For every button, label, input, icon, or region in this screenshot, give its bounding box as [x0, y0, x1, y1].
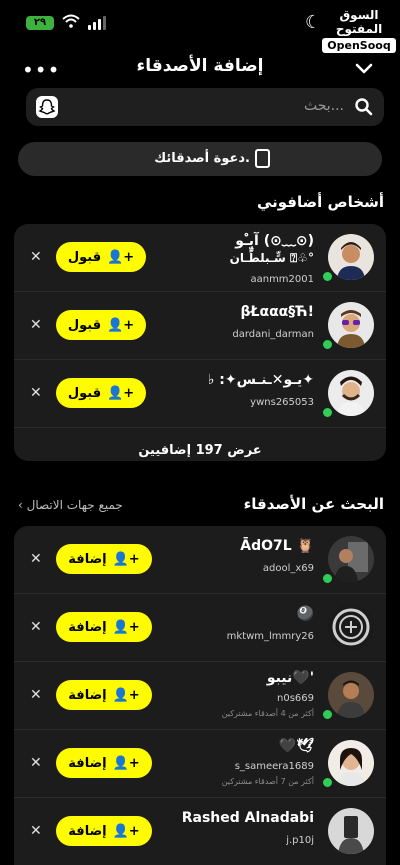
- add-friend-button[interactable]: إضافة 👤+: [56, 680, 152, 710]
- dismiss-icon[interactable]: ✕: [30, 385, 42, 401]
- accept-label: قبول: [67, 317, 102, 333]
- add-user-icon: 👤+: [112, 551, 140, 567]
- search-icon[interactable]: [354, 97, 374, 117]
- friend-name: 🖤🕊: [278, 738, 314, 754]
- add-friend-button[interactable]: إضافة 👤+: [56, 816, 152, 846]
- online-indicator: [321, 572, 334, 585]
- add-label: إضافة: [68, 755, 107, 771]
- online-indicator: [321, 708, 334, 721]
- mutual-friends: أكثر من 7 أصدقاء مشتركين: [221, 777, 314, 786]
- find-friends-card: ĀdO7L 🦉 adool_x69 إضافة 👤+ ✕ 🎱 mktwm_lmm…: [14, 526, 386, 865]
- add-user-icon: 👤+: [112, 755, 140, 771]
- opensooq-logo: السوق المفتوح OpenSooq: [322, 8, 396, 53]
- added-me-heading: أشخاص أضافوني: [256, 193, 384, 211]
- list-item: نيبو🖤' n0s669 أكثر من 4 أصدقاء مشتركين إ…: [14, 662, 386, 730]
- add-user-icon: 👤+: [112, 687, 140, 703]
- snapchat-ghost-icon[interactable]: [36, 96, 58, 118]
- friend-name: 🎱: [296, 606, 314, 622]
- add-friend-button[interactable]: إضافة 👤+: [56, 748, 152, 778]
- dismiss-icon[interactable]: ✕: [30, 823, 42, 839]
- moon-icon: ☾: [305, 12, 322, 33]
- all-contacts-link[interactable]: ‹ جميع جهات الاتصال: [18, 498, 123, 512]
- dismiss-icon[interactable]: ✕: [30, 249, 42, 265]
- add-label: إضافة: [68, 551, 107, 567]
- add-user-icon: 👤+: [107, 385, 135, 401]
- view-more-label: عرض 197 إضافيين: [138, 442, 262, 458]
- accept-button[interactable]: قبول 👤+: [56, 310, 146, 340]
- accept-label: قبول: [67, 249, 102, 265]
- friend-username: mktwm_lmmry26: [226, 631, 314, 642]
- add-user-icon: 👤+: [112, 823, 140, 839]
- all-contacts-label: جميع جهات الاتصال: [26, 498, 123, 512]
- list-item: ♭ :✦يـو✕ـنـس✦ ywns265053 قبول 👤+ ✕: [14, 360, 386, 428]
- chevron-left-icon: ‹: [18, 498, 27, 512]
- add-label: إضافة: [68, 823, 107, 839]
- view-more-button[interactable]: عرض 197 إضافيين: [14, 428, 386, 461]
- friend-name: آبٍـْو (⊙﹏⊙): [235, 233, 314, 249]
- dismiss-icon[interactable]: ✕: [30, 687, 42, 703]
- invite-label: دعوة أصدقائك.: [154, 151, 250, 166]
- chevron-down-icon[interactable]: [354, 58, 374, 78]
- status-bar: ٢٩ ☾ السوق المفتوح OpenSooq: [0, 0, 400, 53]
- friend-username: n0s669: [277, 693, 314, 704]
- list-item: ĀdO7L 🦉 adool_x69 إضافة 👤+ ✕: [14, 526, 386, 594]
- list-item: βŁααα§Ћ! dardani_darman قبول 👤+ ✕: [14, 292, 386, 360]
- friend-username: j.p10j: [286, 835, 314, 846]
- online-indicator: [321, 406, 334, 419]
- avatar[interactable]: [328, 672, 374, 718]
- dismiss-icon[interactable]: ✕: [30, 551, 42, 567]
- friend-name-secondary: سٍّـبلطٍّـان ⍰♧°: [229, 251, 314, 265]
- online-indicator: [321, 270, 334, 283]
- avatar[interactable]: [328, 808, 374, 854]
- added-me-card: آبٍـْو (⊙﹏⊙) سٍّـبلطٍّـان ⍰♧° aanmm2001 …: [14, 224, 386, 461]
- friend-username: adool_x69: [262, 563, 314, 574]
- avatar[interactable]: [328, 370, 374, 416]
- avatar[interactable]: [328, 234, 374, 280]
- accept-label: قبول: [67, 385, 102, 401]
- invite-friends-button[interactable]: دعوة أصدقائك.: [18, 142, 382, 176]
- add-user-icon: 👤+: [107, 317, 135, 333]
- friend-name: βŁααα§Ћ!: [240, 304, 314, 320]
- avatar[interactable]: [328, 536, 374, 582]
- mutual-friends: أكثر من 4 أصدقاء مشتركين: [221, 709, 314, 718]
- page-title: إضافة الأصدقاء: [136, 56, 264, 76]
- add-label: إضافة: [68, 687, 107, 703]
- avatar[interactable]: [328, 302, 374, 348]
- accept-button[interactable]: قبول 👤+: [56, 242, 146, 272]
- add-user-icon: 👤+: [112, 619, 140, 635]
- online-indicator: [321, 776, 334, 789]
- dismiss-icon[interactable]: ✕: [30, 317, 42, 333]
- wifi-icon: [62, 14, 80, 32]
- list-item: 🖤🕊 s_sameera1689 أكثر من 7 أصدقاء مشتركي…: [14, 730, 386, 798]
- avatar[interactable]: [328, 604, 374, 650]
- friend-username: ywns265053: [250, 397, 314, 408]
- contacts-book-icon: [255, 149, 270, 168]
- online-indicator: [321, 338, 334, 351]
- add-friend-button[interactable]: إضافة 👤+: [56, 612, 152, 642]
- battery-icon: ٢٩: [26, 16, 54, 30]
- add-label: إضافة: [68, 619, 107, 635]
- avatar[interactable]: [328, 740, 374, 786]
- list-item: آبٍـْو (⊙﹏⊙) سٍّـبلطٍّـان ⍰♧° aanmm2001 …: [14, 224, 386, 292]
- list-item: 🎱 mktwm_lmmry26 إضافة 👤+ ✕: [14, 594, 386, 662]
- list-item: Rashed Alnadabi j.p10j إضافة 👤+ ✕: [14, 798, 386, 865]
- search-input[interactable]: بحث...: [304, 98, 344, 114]
- friend-name: ♭ :✦يـو✕ـنـس✦: [207, 372, 314, 388]
- accept-button[interactable]: قبول 👤+: [56, 378, 146, 408]
- friend-username: dardani_darman: [232, 329, 314, 340]
- add-user-icon: 👤+: [107, 249, 135, 265]
- friend-name: ĀdO7L 🦉: [240, 538, 314, 554]
- search-bar[interactable]: بحث...: [26, 88, 384, 126]
- friend-name: Rashed Alnadabi: [181, 810, 314, 826]
- friend-name: نيبو🖤': [266, 670, 314, 686]
- find-friends-heading: البحث عن الأصدقاء: [243, 495, 384, 513]
- dismiss-icon[interactable]: ✕: [30, 755, 42, 771]
- add-friend-button[interactable]: إضافة 👤+: [56, 544, 152, 574]
- dismiss-icon[interactable]: ✕: [30, 619, 42, 635]
- friend-username: aanmm2001: [250, 274, 314, 285]
- friend-username: s_sameera1689: [234, 761, 314, 772]
- signal-icon: [88, 16, 108, 30]
